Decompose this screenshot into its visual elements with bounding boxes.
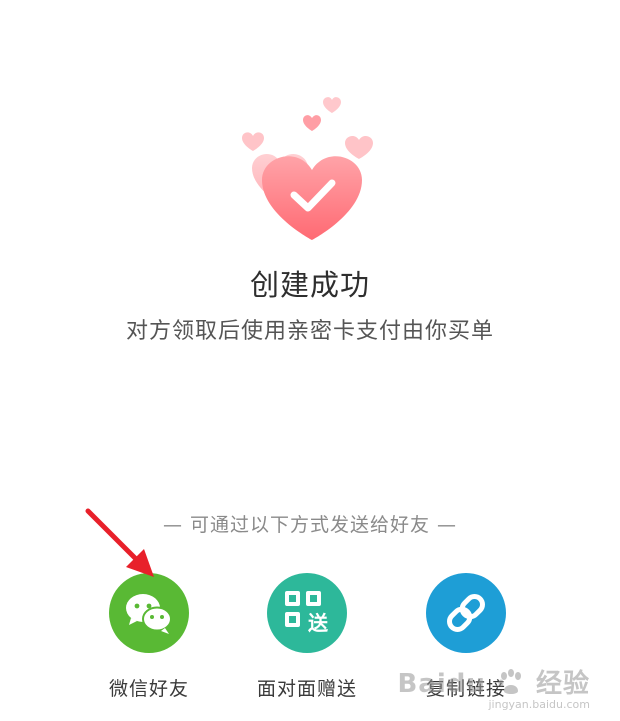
small-heart-icon [345,136,373,159]
wechat-icon [109,573,189,653]
baidu-jingyan-watermark: Baidu 经验 jingyan.baidu.com [397,663,590,711]
success-title: 创建成功 [249,268,370,302]
qr-send-icon-text: 送 [308,611,329,635]
paw-icon [498,669,521,694]
small-heart-icon [303,115,321,131]
qr-send-icon: 送 [267,573,347,653]
link-icon [426,573,506,653]
small-heart-icon [242,132,264,151]
share-option-label: 微信好友 [108,678,189,700]
watermark-brand: Baidu [397,669,486,699]
watermark-name: 经验 [535,669,590,699]
success-heart-icon [242,97,373,240]
share-wechat-friends-button[interactable]: 微信好友 [79,573,219,701]
share-face-to-face-button[interactable]: 送 面对面赠送 [237,573,377,701]
share-option-label: 面对面赠送 [256,678,357,700]
annotation-arrow-icon [85,508,154,577]
success-subtitle: 对方领取后使用亲密卡支付由你买单 [125,319,494,344]
small-heart-icon [323,97,341,113]
